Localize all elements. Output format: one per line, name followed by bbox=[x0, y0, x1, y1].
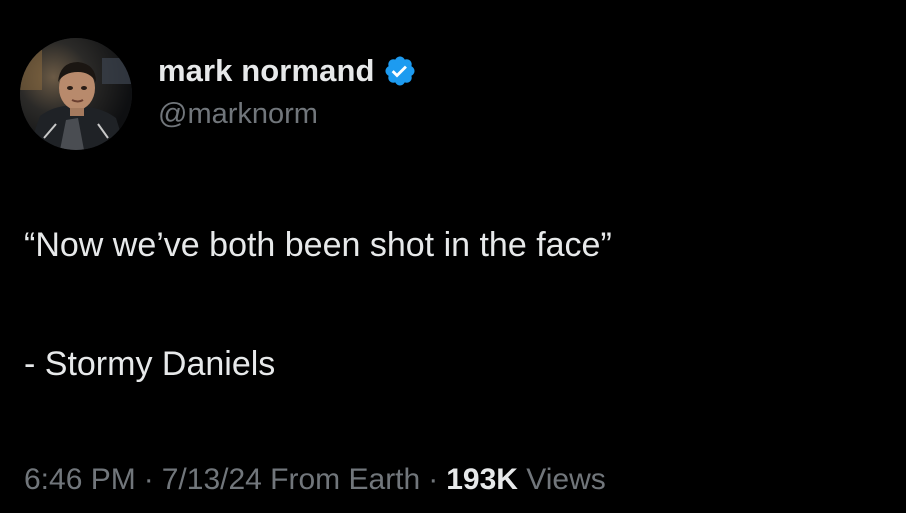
avatar[interactable] bbox=[20, 38, 132, 150]
separator-dot-2: · bbox=[428, 463, 439, 496]
tweet-text-line-2: - Stormy Daniels bbox=[24, 345, 276, 383]
tweet-time[interactable]: 6:46 PM bbox=[24, 463, 136, 496]
name-row: mark normand bbox=[158, 50, 417, 92]
tweet-card: mark normand @marknorm “Now we’ve both b… bbox=[0, 0, 906, 513]
tweet-date[interactable]: 7/13/24 bbox=[162, 463, 262, 496]
display-name[interactable]: mark normand bbox=[158, 53, 375, 89]
tweet-metadata: 6:46 PM · 7/13/24 From Earth · 193K Views bbox=[24, 463, 606, 497]
views-count: 193K bbox=[446, 463, 518, 496]
author-info: mark normand @marknorm bbox=[158, 50, 417, 131]
views-label: Views bbox=[526, 463, 606, 496]
verified-badge-icon[interactable] bbox=[383, 54, 417, 88]
avatar-photo bbox=[20, 38, 132, 150]
tweet-source: From Earth bbox=[270, 463, 421, 496]
user-handle[interactable]: @marknorm bbox=[158, 98, 417, 131]
tweet-text-line-1: “Now we’ve both been shot in the face” bbox=[24, 226, 612, 264]
separator-dot: · bbox=[143, 463, 154, 496]
